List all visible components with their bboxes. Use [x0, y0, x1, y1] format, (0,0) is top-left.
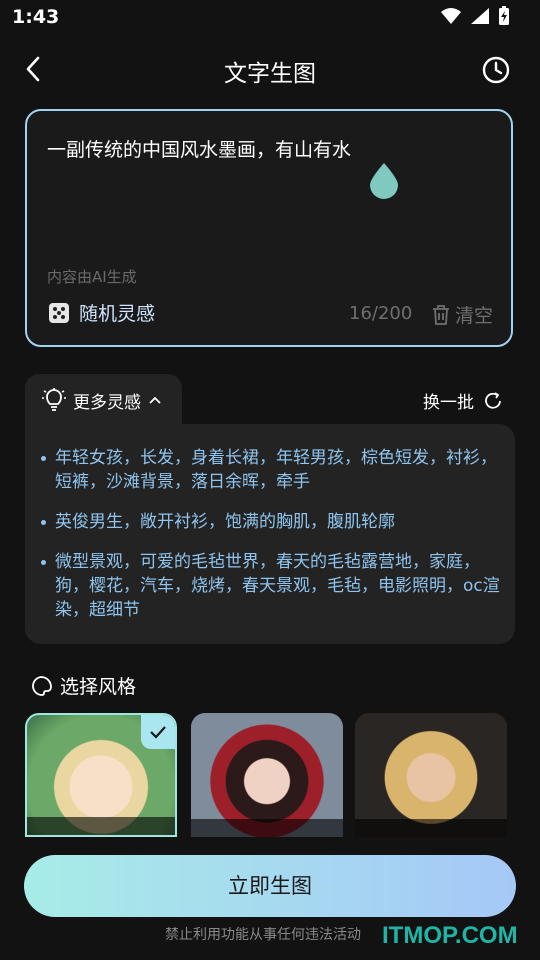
style-card-realistic-portrait[interactable] — [355, 713, 507, 837]
battery-charging-icon — [499, 6, 509, 25]
style-section-header: 选择风格 — [31, 672, 136, 699]
style-section-title: 选择风格 — [60, 676, 137, 698]
refresh-icon — [485, 391, 501, 409]
clear-button[interactable]: 清空 — [431, 301, 493, 328]
style-card-anime-girl[interactable] — [25, 713, 177, 837]
clock-icon — [482, 56, 510, 84]
water-drop-icon — [370, 163, 398, 199]
inspiration-panel: 年轻女孩，长发，身着长裙，年轻男孩，棕色短发，衬衫，短裤，沙滩背景，落日余晖，牵… — [25, 424, 515, 644]
selected-check — [141, 715, 175, 749]
inspiration-item[interactable]: 英俊男生，敞开衬衫，饱满的胸肌，腹肌轮廓 — [41, 510, 505, 534]
more-inspiration-label: 更多灵感 — [73, 392, 141, 413]
page-title: 文字生图 — [224, 61, 316, 87]
random-inspiration-label: 随机灵感 — [79, 303, 156, 325]
refresh-batch-label: 换一批 — [423, 393, 474, 413]
status-time: 1:43 — [12, 6, 60, 28]
prompt-card[interactable]: 一副传统的中国风水墨画，有山有水 内容由AI生成 随机灵感 16/200 清空 — [25, 109, 513, 347]
site-watermark: ITMOP.COM — [382, 922, 518, 949]
dice-icon — [49, 302, 69, 323]
chevron-up-icon — [149, 396, 161, 404]
random-inspiration-button[interactable]: 随机灵感 — [47, 299, 155, 326]
disclaimer-text: 禁止利用功能从事任何违法活动 — [165, 927, 361, 943]
ai-generated-note: 内容由AI生成 — [47, 268, 137, 286]
status-icons — [440, 6, 510, 26]
lightbulb-icon — [42, 388, 66, 411]
trash-icon — [433, 304, 449, 325]
char-counter: 16/200 — [349, 303, 413, 324]
inspiration-item[interactable]: 微型景观，可爱的毛毡世界，春天的毛毡露营地，家庭，狗，樱花，汽车，烧烤，春天景观… — [41, 550, 505, 622]
card-caption-bar — [27, 817, 175, 835]
prompt-input[interactable]: 一副传统的中国风水墨画，有山有水 — [47, 135, 351, 162]
wifi-icon — [441, 8, 461, 24]
inspiration-item[interactable]: 年轻女孩，长发，身着长裙，年轻男孩，棕色短发，衬衫，短裤，沙滩背景，落日余晖，牵… — [41, 446, 505, 494]
generate-button[interactable]: 立即生图 — [24, 855, 516, 917]
clear-label: 清空 — [455, 305, 494, 327]
signal-icon — [471, 8, 489, 24]
refresh-batch-button[interactable]: 换一批 — [423, 388, 504, 413]
card-caption-bar — [355, 819, 507, 837]
card-caption-bar — [191, 819, 343, 837]
status-bar: 1:43 — [0, 0, 540, 36]
palette-icon — [32, 675, 52, 696]
check-icon — [150, 726, 166, 739]
history-button[interactable] — [478, 52, 514, 88]
style-card-ancient-girl[interactable] — [191, 713, 343, 837]
more-inspiration-tab[interactable]: 更多灵感 — [25, 374, 182, 426]
